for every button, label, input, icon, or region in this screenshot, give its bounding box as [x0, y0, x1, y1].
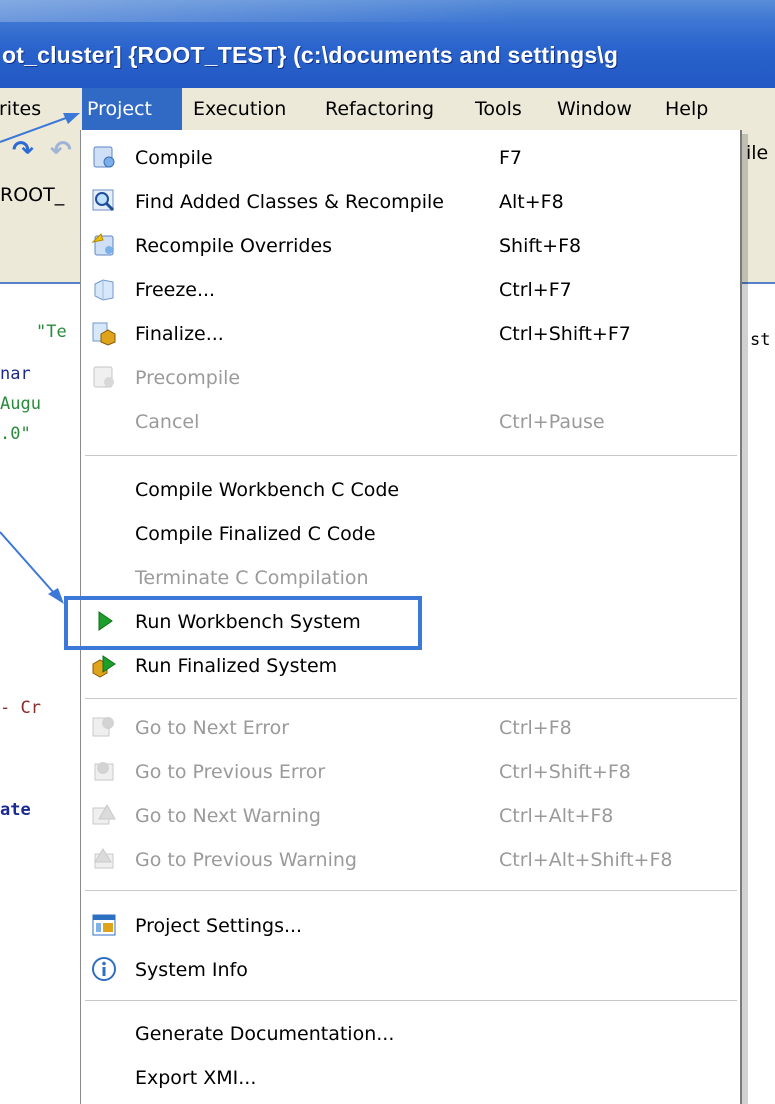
code-line: .0" [0, 424, 31, 444]
menu-item-run-finalized[interactable]: Run Finalized System [81, 644, 739, 688]
menu-window[interactable]: Window [552, 88, 637, 130]
previous-error-icon [91, 758, 117, 784]
precompile-icon [91, 364, 117, 390]
previous-warning-icon [91, 846, 117, 872]
editor-tab[interactable]: ROOT_ [0, 184, 64, 206]
window-title: ot_cluster] {ROOT_TEST} (c:\documents an… [2, 42, 619, 68]
menu-separator [85, 698, 737, 699]
code-right-text: st [750, 330, 771, 350]
menu-item-project-settings[interactable]: Project Settings... [81, 904, 739, 948]
recompile-overrides-icon [91, 232, 117, 258]
code-line: nar [0, 364, 31, 384]
freeze-icon [91, 276, 117, 302]
arrow-to-run-workbench [0, 531, 55, 594]
menu-execution[interactable]: Execution [188, 88, 291, 130]
menu-item-precompile[interactable]: Precompile [81, 356, 739, 400]
run-finalized-icon [91, 652, 117, 678]
menu-item-compile-workbench-c[interactable]: Compile Workbench C Code [81, 468, 739, 512]
menu-item-finalize[interactable]: Finalize... Ctrl+Shift+F7 [81, 312, 739, 356]
title-bar-glow [0, 0, 520, 22]
find-recompile-icon [91, 188, 117, 214]
title-bar: ot_cluster] {ROOT_TEST} (c:\documents an… [0, 0, 775, 88]
menu-bar: rites Project Execution Refactoring Tool… [0, 88, 775, 130]
menu-item-previous-error[interactable]: Go to Previous Error Ctrl+Shift+F8 [81, 750, 739, 794]
code-line: - Cr [0, 698, 41, 718]
code-line: ate [0, 800, 31, 820]
menu-project[interactable]: Project [82, 88, 182, 130]
menu-item-export-xmi[interactable]: Export XMI... [81, 1056, 739, 1100]
menu-separator [85, 890, 737, 891]
menu-separator [85, 1000, 737, 1001]
menu-item-freeze[interactable]: Freeze... Ctrl+F7 [81, 268, 739, 312]
toolbar-right-text: ile [746, 142, 769, 164]
menu-item-next-warning[interactable]: Go to Next Warning Ctrl+Alt+F8 [81, 794, 739, 838]
menu-item-find-added-classes[interactable]: Find Added Classes & Recompile Alt+F8 [81, 180, 739, 224]
next-warning-icon [91, 802, 117, 828]
highlight-box [64, 596, 422, 650]
code-line: Augu [0, 394, 41, 414]
info-icon [91, 956, 117, 982]
redo-icon[interactable]: ↷ [12, 136, 34, 166]
menu-tools[interactable]: Tools [470, 88, 527, 130]
menu-separator [85, 455, 737, 456]
menu-favorites[interactable]: rites [0, 88, 46, 130]
finalize-icon [91, 320, 117, 346]
undo-icon[interactable]: ↶ [50, 136, 72, 166]
arrow-head [48, 588, 64, 604]
menu-item-compile-finalized-c[interactable]: Compile Finalized C Code [81, 512, 739, 556]
menu-item-previous-warning[interactable]: Go to Previous Warning Ctrl+Alt+Shift+F8 [81, 838, 739, 882]
menu-help[interactable]: Help [660, 88, 713, 130]
menu-item-cancel[interactable]: Cancel Ctrl+Pause [81, 400, 739, 444]
menu-item-compile[interactable]: Compile F7 [81, 136, 739, 180]
menu-shadow [742, 134, 748, 1104]
menu-item-system-info[interactable]: System Info [81, 948, 739, 992]
compile-icon [91, 144, 117, 170]
menu-item-recompile-overrides[interactable]: Recompile Overrides Shift+F8 [81, 224, 739, 268]
menu-item-terminate-c-compilation[interactable]: Terminate C Compilation [81, 556, 739, 600]
menu-item-next-error[interactable]: Go to Next Error Ctrl+F8 [81, 706, 739, 750]
menu-refactoring[interactable]: Refactoring [320, 88, 439, 130]
next-error-icon [91, 714, 117, 740]
code-line: "Te [36, 322, 67, 342]
menu-item-generate-documentation[interactable]: Generate Documentation... [81, 1012, 739, 1056]
project-settings-icon [91, 912, 117, 938]
